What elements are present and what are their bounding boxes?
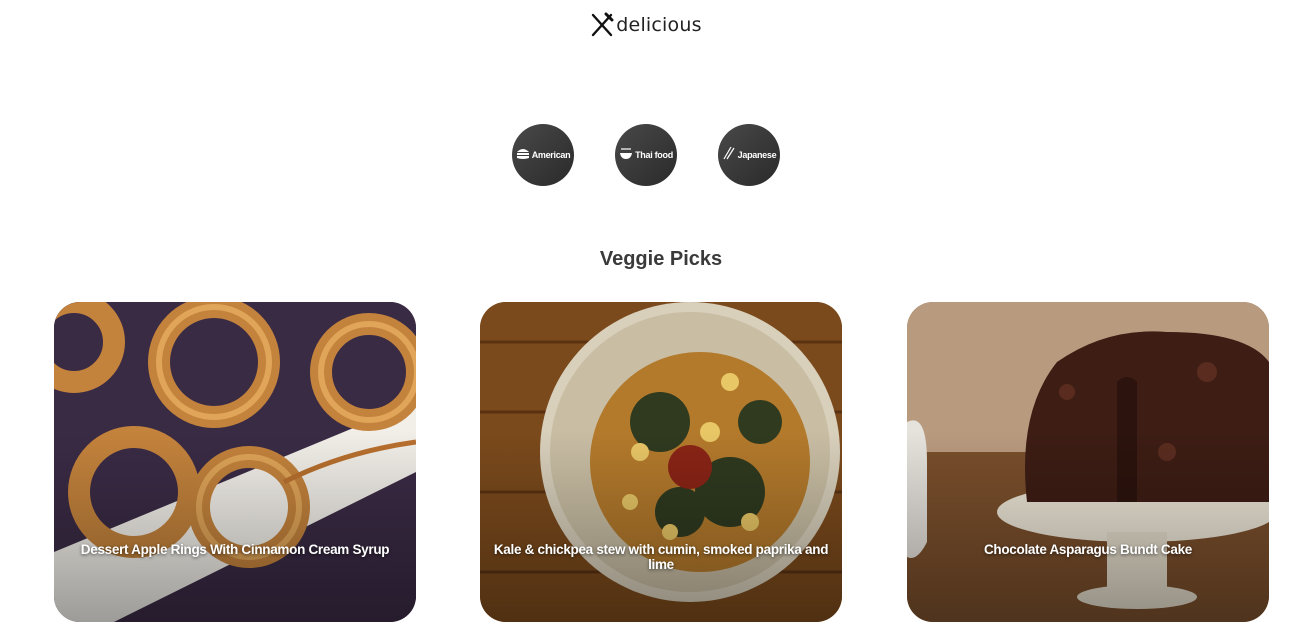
cuisine-label: American [531,150,571,160]
cuisine-american[interactable]: American [512,124,574,186]
site-logo[interactable]: delicious [0,12,1292,38]
logo-text: delicious [616,14,702,36]
recipe-card[interactable]: Chocolate Asparagus Bundt Cake [907,302,1269,622]
cuisine-label: Japanese [737,150,777,160]
recipe-card[interactable]: Dessert Apple Rings With Cinnamon Cream … [54,302,416,622]
recipe-title: Dessert Apple Rings With Cinnamon Cream … [80,542,390,557]
chopsticks-icon [722,146,736,165]
burger-icon [516,146,530,165]
image-overlay [54,302,416,622]
cuisine-thai[interactable]: Thai food [615,124,677,186]
image-overlay [480,302,842,622]
recipe-title: Chocolate Asparagus Bundt Cake [983,542,1193,557]
section-title: Veggie Picks [599,248,723,270]
fork-knife-icon [590,12,614,38]
recipe-cards: Dessert Apple Rings With Cinnamon Cream … [0,302,1292,622]
image-overlay [907,302,1269,622]
cuisine-japanese[interactable]: Japanese [718,124,780,186]
recipe-card[interactable]: Kale & chickpea stew with cumin, smoked … [480,302,842,622]
cuisine-list: American Thai food Japanese [0,124,1292,186]
noodle-bowl-icon [619,146,633,165]
recipe-title: Kale & chickpea stew with cumin, smoked … [493,542,829,572]
cuisine-label: Thai food [635,150,673,160]
